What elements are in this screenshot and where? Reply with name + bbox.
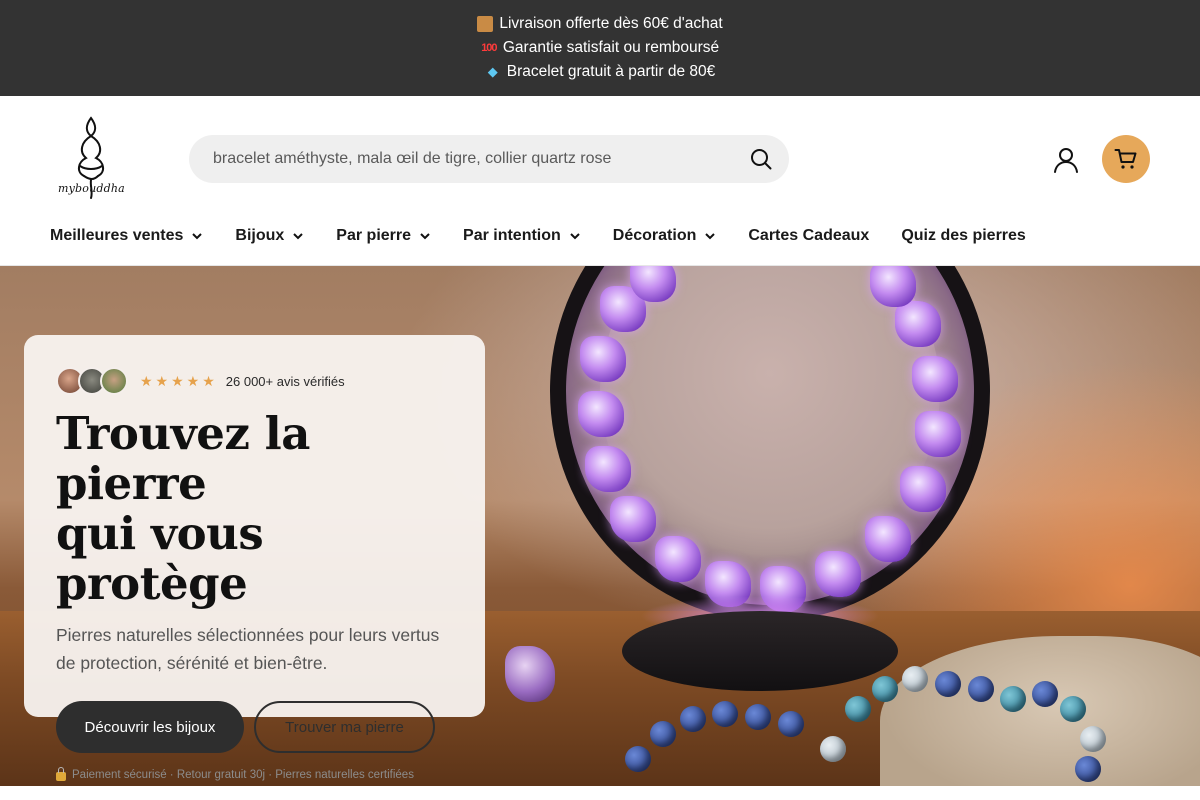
bracelet-bead: [902, 666, 928, 692]
chevron-down-icon: [420, 233, 430, 240]
hero-ctas: Découvrir les bijoux Trouver ma pierre: [56, 701, 453, 753]
hundred-points-icon: 100: [481, 42, 497, 54]
amethyst-crystal: [870, 266, 916, 307]
announcement-line: ◆ Bracelet gratuit à partir de 80€: [485, 62, 716, 82]
hero-card: ★★★★★ 26 000+ avis vérifiés Trouvez la p…: [24, 335, 485, 781]
amethyst-crystal: [900, 466, 946, 512]
nav-item-par-intention[interactable]: Par intention: [463, 227, 581, 245]
announcement-line: 100 Garantie satisfait ou remboursé: [481, 38, 719, 58]
bracelet-bead: [778, 711, 804, 737]
rating-row: ★★★★★ 26 000+ avis vérifiés: [56, 365, 453, 397]
amethyst-crystal: [655, 536, 701, 582]
amethyst-crystal: [610, 496, 656, 542]
logo-text: mybouddha: [58, 182, 125, 195]
hero-title-line: qui vous protège: [56, 507, 264, 610]
nav-item-label: Par pierre: [336, 227, 412, 244]
search-icon: [751, 149, 772, 170]
announcement-text: Bracelet gratuit à partir de 80€: [506, 63, 716, 80]
user-icon: [1054, 148, 1078, 173]
bracelet-bead: [1000, 686, 1026, 712]
announcement-line: Livraison offerte dès 60€ d'achat: [477, 14, 723, 34]
lock-icon: [56, 766, 66, 781]
cart-icon: [1114, 149, 1137, 169]
account-button[interactable]: [1052, 146, 1080, 174]
bracelet-bead: [625, 746, 651, 772]
bracelet-bead: [680, 706, 706, 732]
main-nav: Meilleures ventes Bijoux Par pierre Par …: [50, 220, 1058, 252]
trust-text: Paiement sécurisé · Retour gratuit 30j ·…: [72, 769, 414, 781]
amethyst-crystal: [912, 356, 958, 402]
nav-item-bijoux[interactable]: Bijoux: [235, 227, 304, 245]
amethyst-crystal: [865, 516, 911, 562]
search-button[interactable]: [749, 147, 773, 171]
bracelet-bead: [1032, 681, 1058, 707]
announcement-text: Livraison offerte dès 60€ d'achat: [499, 15, 723, 32]
chevron-down-icon: [293, 233, 304, 240]
bracelet-bead: [820, 736, 846, 762]
nav-item-label: Bijoux: [235, 227, 285, 244]
trust-line: Paiement sécurisé · Retour gratuit 30j ·…: [56, 766, 453, 781]
star-rating-icon: ★★★★★: [140, 372, 218, 389]
amethyst-crystal: [585, 446, 631, 492]
customer-avatars: [56, 367, 128, 395]
nav-item-meilleures-ventes[interactable]: Meilleures ventes: [50, 227, 203, 245]
hero-subtitle: Pierres naturelles sélectionnées pour le…: [56, 625, 440, 673]
nav-item-label: Par intention: [463, 227, 561, 244]
gem-icon: ◆: [487, 64, 498, 79]
nav-item-label: Cartes Cadeaux: [748, 227, 870, 244]
nav-item-label: Décoration: [612, 227, 697, 244]
amethyst-crystal: [815, 551, 861, 597]
bracelet-bead: [935, 671, 961, 697]
bracelet-bead: [872, 676, 898, 702]
find-my-stone-button[interactable]: Trouver ma pierre: [254, 701, 435, 753]
package-icon: [477, 16, 494, 32]
search-input[interactable]: [189, 135, 729, 183]
discover-jewelry-button[interactable]: Découvrir les bijoux: [56, 701, 244, 753]
chevron-down-icon: [192, 233, 203, 240]
nav-item-par-pierre[interactable]: Par pierre: [336, 227, 431, 245]
announcement-text: Garantie satisfait ou remboursé: [502, 39, 720, 56]
bracelet-bead: [1075, 756, 1101, 782]
amethyst-crystal: [580, 336, 626, 382]
amethyst-crystal: [915, 411, 961, 457]
nav-item-label: Meilleures ventes: [50, 227, 184, 244]
bracelet-bead: [1060, 696, 1086, 722]
nav-item-decoration[interactable]: Décoration: [613, 227, 717, 245]
bracelet-bead: [650, 721, 676, 747]
announcement-bar: Livraison offerte dès 60€ d'achat 100 Ga…: [0, 0, 1200, 96]
nav-item-cartes-cadeaux[interactable]: Cartes Cadeaux: [748, 227, 869, 245]
chevron-down-icon: [570, 233, 580, 240]
chevron-down-icon: [705, 233, 716, 240]
amethyst-crystal: [895, 301, 941, 347]
raw-amethyst-stone: [505, 646, 555, 702]
nav-item-label: Quiz des pierres: [901, 227, 1026, 244]
nav-item-quiz-des-pierres[interactable]: Quiz des pierres: [901, 227, 1026, 245]
hero-section: ★★★★★ 26 000+ avis vérifiés Trouvez la p…: [0, 266, 1200, 786]
search-bar: [189, 135, 789, 183]
lamp-base: [622, 611, 898, 691]
bracelet-bead: [968, 676, 994, 702]
bracelet-bead: [712, 701, 738, 727]
bracelet-bead: [845, 696, 871, 722]
site-header: mybouddha Meilleures ventes Bijoux: [0, 96, 1200, 266]
hero-title-line: Trouvez la pierre: [56, 407, 310, 510]
reviews-count: 26 000+ avis vérifiés: [225, 373, 345, 389]
cart-button[interactable]: [1102, 135, 1150, 183]
amethyst-crystal: [578, 391, 624, 437]
avatar: [100, 367, 128, 395]
bracelet-bead: [745, 704, 771, 730]
hero-title: Trouvez la pierre qui vous protège: [56, 409, 453, 609]
bracelet-bead: [1080, 726, 1106, 752]
